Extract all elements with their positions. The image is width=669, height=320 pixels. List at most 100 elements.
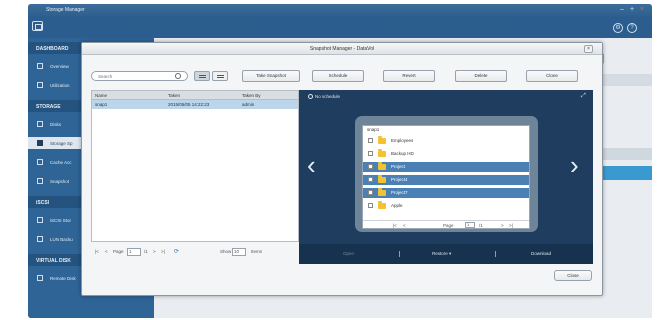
dialog-close-icon[interactable]: ×: [584, 45, 593, 53]
sidebar-item-icon: [37, 159, 43, 165]
folder-checkbox[interactable]: [368, 190, 373, 195]
schedule-button[interactable]: Schedule: [312, 70, 364, 82]
revert-button[interactable]: Revert: [383, 70, 435, 82]
close-window-button[interactable]: ×: [640, 6, 644, 14]
folder-prev-page-button[interactable]: <: [403, 221, 406, 230]
folder-list-item[interactable]: Project: [363, 162, 529, 172]
maximize-button[interactable]: +: [630, 6, 634, 14]
snapshot-preview-panel: No schedule ⤢ ‹ › snap1 Employees Backup …: [299, 90, 593, 264]
gear-icon[interactable]: ⚙: [613, 23, 623, 33]
items-per-page-select[interactable]: 10: [232, 248, 246, 256]
folder-name: Employees: [391, 138, 414, 143]
folder-icon: [378, 136, 386, 144]
sidebar-item-icon: [37, 63, 43, 69]
folder-checkbox[interactable]: [368, 151, 373, 156]
folder-list-item[interactable]: Project7: [363, 188, 529, 198]
folder-checkbox[interactable]: [368, 203, 373, 208]
clock-icon: [308, 94, 313, 99]
sidebar-item-label: Disks: [50, 122, 61, 127]
folder-browser-pagination: |< < Page 1 /1 > >|: [363, 220, 529, 229]
folder-page-label: Page: [443, 223, 454, 228]
column-header-taken-by[interactable]: Taken By: [242, 91, 261, 100]
previous-snapshot-arrow-icon[interactable]: ‹: [307, 152, 316, 178]
folder-list-item[interactable]: Employees: [363, 136, 529, 146]
sidebar-item-icon: [37, 121, 43, 127]
download-button[interactable]: Download: [531, 244, 551, 264]
page-number-input[interactable]: 1: [127, 248, 141, 256]
search-input[interactable]: [91, 71, 188, 81]
refresh-icon[interactable]: ⟳: [174, 246, 179, 258]
table-row[interactable]: snap1 2015/05/05 14:22:23 admin: [92, 100, 298, 109]
sidebar-item-icon: [37, 178, 43, 184]
folder-name: Project: [391, 164, 406, 169]
snapshot-taken-by: admin: [242, 102, 255, 107]
restore-button[interactable]: Restore ▾: [432, 244, 451, 264]
folder-icon: [378, 175, 386, 183]
app-title-bar: Storage Manager – + ×: [28, 4, 652, 18]
folder-list-item[interactable]: Apple: [363, 201, 529, 211]
table-header: Name Taken Taken By: [92, 91, 298, 100]
column-header-name[interactable]: Name: [95, 91, 107, 100]
sidebar-item-label: Remote Disk: [50, 276, 76, 281]
folder-page-input[interactable]: 1: [465, 222, 475, 228]
folder-icon: [378, 162, 386, 170]
folder-icon: [378, 201, 386, 209]
snapshot-manager-dialog: Snapshot Manager - DataVol × Take Snapsh…: [81, 42, 603, 296]
folder-browser-title: snap1: [367, 127, 380, 132]
column-header-taken[interactable]: Taken: [168, 91, 180, 100]
clone-button[interactable]: Clone: [526, 70, 578, 82]
folder-icon: [378, 149, 386, 157]
folder-checkbox[interactable]: [368, 138, 373, 143]
sidebar-item-icon: [37, 236, 43, 242]
page-label: Page: [113, 249, 124, 254]
action-separator: [399, 251, 400, 257]
sidebar-item-label: Storage Sp: [50, 141, 73, 146]
sidebar-item-label: iSCSI Stor: [50, 218, 72, 223]
action-separator: [495, 251, 496, 257]
folder-next-page-button[interactable]: >: [501, 221, 504, 230]
folder-first-page-button[interactable]: |<: [393, 221, 397, 230]
items-label: Items: [251, 249, 263, 254]
next-snapshot-arrow-icon[interactable]: ›: [570, 152, 579, 178]
schedule-text: No schedule: [315, 94, 341, 99]
schedule-status: No schedule: [308, 94, 340, 99]
folder-last-page-button[interactable]: >|: [509, 221, 513, 230]
app-title: Storage Manager: [46, 7, 85, 13]
sidebar-item-icon: [37, 275, 43, 281]
snapshot-table: Name Taken Taken By snap1 2015/05/05 14:…: [91, 90, 299, 242]
prev-page-button[interactable]: <: [105, 246, 108, 258]
folder-name: Project7: [391, 190, 408, 195]
next-page-button[interactable]: >: [153, 246, 156, 258]
close-button[interactable]: Close: [554, 270, 592, 281]
minimize-button[interactable]: –: [620, 6, 624, 14]
folder-list-item[interactable]: Project4: [363, 175, 529, 185]
last-page-button[interactable]: >|: [161, 246, 165, 258]
page-total: /1: [144, 249, 148, 254]
first-page-button[interactable]: |<: [95, 246, 99, 258]
grid-view-button[interactable]: [212, 71, 228, 81]
expand-icon[interactable]: ⤢: [581, 93, 586, 100]
snapshot-folder-browser: snap1 Employees Backup HD Project Project4 P…: [362, 125, 530, 229]
folder-name: Backup HD: [391, 151, 414, 156]
delete-button[interactable]: Delete: [455, 70, 507, 82]
search-icon[interactable]: [175, 73, 181, 79]
snapshot-taken: 2015/05/05 14:22:23: [168, 102, 210, 107]
sidebar-item-label: Snapshot: [50, 179, 70, 184]
folder-list-item[interactable]: Backup HD: [363, 149, 529, 159]
folder-name: Project4: [391, 177, 408, 182]
sidebar-item-icon: [37, 140, 43, 146]
folder-checkbox[interactable]: [368, 177, 373, 182]
show-label: Show: [220, 249, 232, 254]
list-view-button[interactable]: [194, 71, 210, 81]
sidebar-item-icon: [37, 217, 43, 223]
folder-checkbox[interactable]: [368, 164, 373, 169]
sidebar-item-label: LUN Backu: [50, 237, 73, 242]
help-icon[interactable]: ?: [627, 23, 637, 33]
take-snapshot-button[interactable]: Take Snapshot: [242, 70, 300, 82]
snapshot-name: snap1: [95, 102, 108, 107]
folder-icon: [378, 188, 386, 196]
table-pagination: |< < Page 1 /1 > >| ⟳ Show 10 Items: [91, 246, 299, 258]
dialog-title: Snapshot Manager - DataVol: [82, 43, 602, 55]
folder-page-total: /1: [479, 223, 483, 228]
open-button[interactable]: Open: [343, 244, 354, 264]
